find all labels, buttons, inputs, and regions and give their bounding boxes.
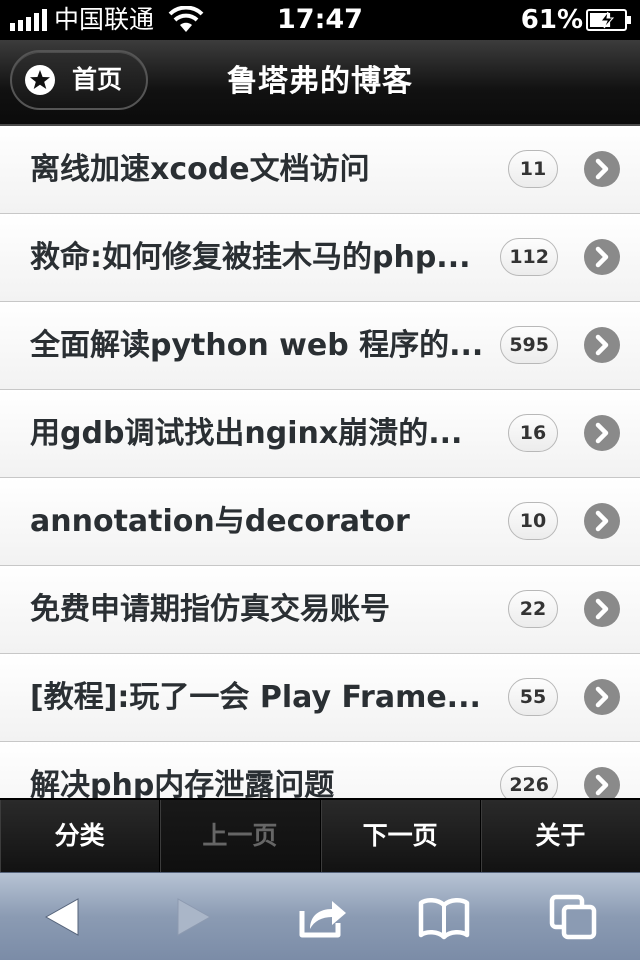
count-badge: 10 — [508, 502, 558, 540]
page-title: 鲁塔弗的博客 — [227, 64, 413, 99]
category-button[interactable]: 分类 — [0, 800, 161, 872]
post-title: 免费申请期指仿真交易账号 — [30, 592, 390, 627]
count-badge: 11 — [508, 150, 558, 188]
post-title: 离线加速xcode文档访问 — [30, 152, 370, 187]
post-title: 全面解读python web 程序的... — [30, 328, 484, 363]
bottom-nav: 分类 上一页 下一页 关于 — [0, 798, 640, 872]
list-item[interactable]: 离线加速xcode文档访问 11 — [0, 126, 640, 214]
status-bar: 中国联通 17:47 61% — [0, 0, 640, 40]
forward-icon[interactable] — [166, 891, 218, 943]
home-button-label: 首页 — [72, 65, 123, 94]
battery-icon — [586, 9, 631, 31]
about-button[interactable]: 关于 — [481, 800, 640, 872]
screen: 中国联通 17:47 61% 首页 鲁塔弗的博客 离线加速xcode文档访问 1… — [0, 0, 640, 960]
count-badge: 55 — [508, 678, 558, 716]
back-icon[interactable] — [38, 891, 90, 943]
list-item[interactable]: 用gdb调试找出nginx崩溃的... 16 — [0, 390, 640, 478]
next-page-button[interactable]: 下一页 — [321, 800, 481, 872]
star-icon — [25, 65, 55, 95]
list-item[interactable]: [教程]:玩了一会 Play Frame... 55 — [0, 654, 640, 742]
bookmarks-icon[interactable] — [418, 891, 470, 943]
post-title: 用gdb调试找出nginx崩溃的... — [30, 416, 463, 451]
share-icon[interactable] — [296, 891, 348, 943]
chevron-right-icon — [584, 327, 620, 363]
list-item[interactable]: 全面解读python web 程序的... 595 — [0, 302, 640, 390]
chevron-right-icon — [584, 415, 620, 451]
home-button[interactable]: 首页 — [10, 50, 148, 110]
count-badge: 16 — [508, 414, 558, 452]
chevron-right-icon — [584, 767, 620, 798]
count-badge: 595 — [500, 326, 558, 364]
list-item[interactable]: 解决php内存泄露问题 226 — [0, 742, 640, 798]
post-list: 离线加速xcode文档访问 11 救命:如何修复被挂木马的php... 112 … — [0, 126, 640, 798]
header-bar: 首页 鲁塔弗的博客 — [0, 40, 640, 126]
prev-page-button[interactable]: 上一页 — [160, 800, 321, 872]
battery-percentage: 61% — [520, 5, 583, 35]
post-title: 救命:如何修复被挂木马的php... — [30, 240, 471, 275]
post-title: [教程]:玩了一会 Play Frame... — [30, 680, 481, 715]
list-item[interactable]: annotation与decorator 10 — [0, 478, 640, 566]
chevron-right-icon — [584, 239, 620, 275]
chevron-right-icon — [584, 503, 620, 539]
list-item[interactable]: 免费申请期指仿真交易账号 22 — [0, 566, 640, 654]
post-title: 解决php内存泄露问题 — [30, 768, 335, 798]
chevron-right-icon — [584, 679, 620, 715]
chevron-right-icon — [584, 591, 620, 627]
post-title: annotation与decorator — [30, 504, 410, 539]
count-badge: 22 — [508, 590, 558, 628]
count-badge: 226 — [500, 766, 558, 798]
browser-toolbar — [0, 872, 640, 960]
chevron-right-icon — [584, 151, 620, 187]
list-item[interactable]: 救命:如何修复被挂木马的php... 112 — [0, 214, 640, 302]
count-badge: 112 — [500, 238, 558, 276]
tabs-icon[interactable] — [548, 891, 600, 943]
